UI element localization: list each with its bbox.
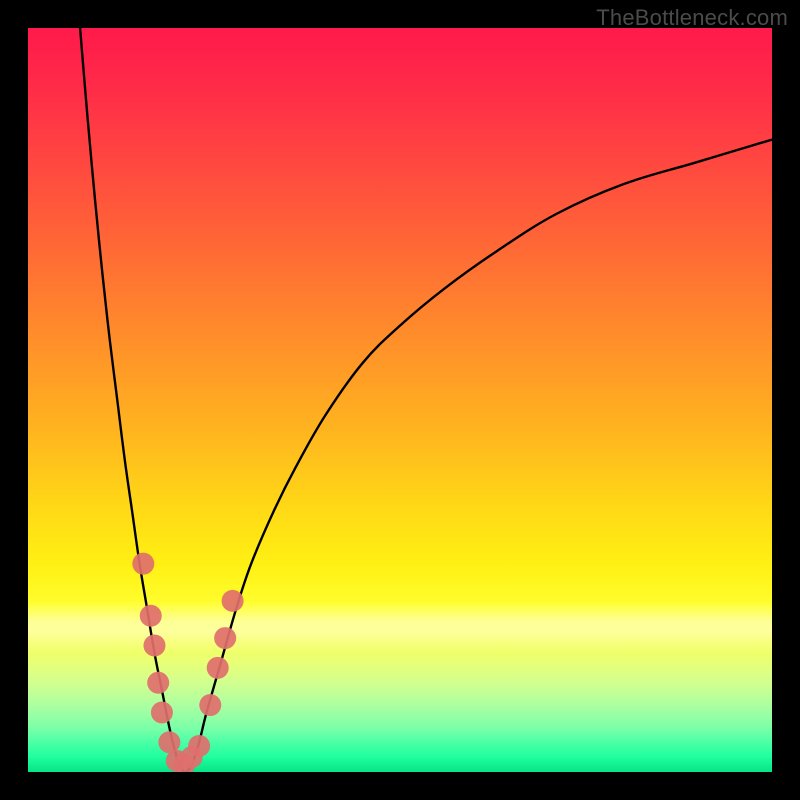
curve-marker [143, 635, 165, 657]
curve-marker [214, 627, 236, 649]
curve-marker [140, 605, 162, 627]
curve-marker [132, 553, 154, 575]
curve-marker [147, 672, 169, 694]
chart-frame: TheBottleneck.com [0, 0, 800, 800]
curve-marker [222, 590, 244, 612]
curve-marker [151, 701, 173, 723]
curve-marker [188, 735, 210, 757]
curve-layer [28, 28, 772, 772]
curve-marker [207, 657, 229, 679]
curve-marker [199, 694, 221, 716]
curve-markers [132, 553, 243, 772]
bottleneck-curve [80, 28, 772, 772]
plot-area [28, 28, 772, 772]
